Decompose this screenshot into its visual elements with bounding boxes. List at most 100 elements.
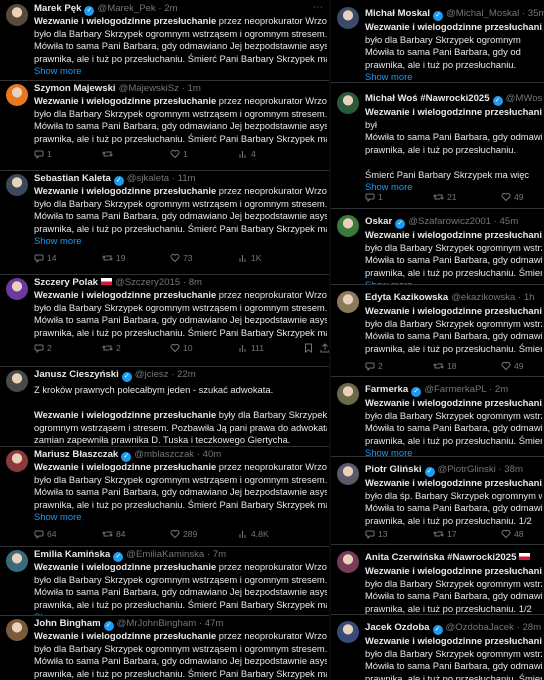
author-name[interactable]: Anita Czerwińska #Nawrocki2025 — [365, 552, 516, 563]
like-button[interactable]: 1 — [170, 149, 188, 159]
tweet[interactable]: Jacek Ozdoba ✓ @OzdobaJacek · 28m Wezwanie … — [331, 614, 544, 680]
avatar[interactable] — [337, 621, 359, 643]
avatar[interactable] — [6, 84, 28, 106]
views-button[interactable]: 1K — [238, 253, 262, 263]
author-name[interactable]: John Bingham — [34, 618, 101, 629]
author-name[interactable]: Emilia Kamińska — [34, 549, 110, 560]
show-more-link[interactable]: Show more — [34, 235, 327, 248]
avatar[interactable] — [6, 550, 28, 572]
tweet[interactable]: Michał Moskal ✓ @Michal_Moskal · 35m Wezwan… — [331, 0, 544, 83]
repost-button[interactable] — [102, 149, 116, 159]
reply-button[interactable]: 64 — [34, 529, 57, 540]
repost-button[interactable]: 21 — [433, 192, 457, 202]
tweet[interactable]: Szymon Majewski @MajewskiSz · 1m Wezwanie … — [0, 80, 329, 171]
like-button[interactable]: 289 — [170, 529, 197, 539]
author-handle[interactable]: @jciesz · 22m — [135, 369, 196, 380]
tweet-text-strong: Wezwanie i wielogodzinne przesłuchanie — [365, 229, 542, 240]
avatar[interactable] — [337, 463, 359, 485]
tweet[interactable]: Emilia Kamińska ✓ @EmiliaKaminska · 7m Wezw… — [0, 546, 329, 616]
author-name[interactable]: Jacek Ozdoba — [365, 622, 430, 633]
reply-button[interactable]: 14 — [34, 253, 57, 264]
author-name[interactable]: Szczery Polak — [34, 277, 98, 288]
tweet[interactable]: Sebastian Kaleta ✓ @sjkaleta · 11m Wezwanie… — [0, 170, 329, 275]
author-handle[interactable]: @MWos — [506, 93, 543, 104]
share-button[interactable] — [320, 343, 329, 353]
tweet[interactable]: Anita Czerwińska #Nawrocki2025 Wezwanie i… — [331, 544, 544, 615]
tweet[interactable]: John Bingham ✓ @MrJohnBingham · 47m Wezwani… — [0, 615, 329, 680]
tweet-header: Michał Woś #Nawrocki2025 ✓ @MWos — [365, 93, 544, 106]
reply-button[interactable]: 2 — [34, 343, 52, 354]
author-name[interactable]: Piotr Gliński — [365, 464, 422, 475]
tweet[interactable]: Michał Woś #Nawrocki2025 ✓ @MWos Wezwanie i… — [331, 82, 544, 209]
repost-icon — [102, 253, 116, 263]
tweet[interactable]: Szczery Polak @Szczery2015 · 8m Wezwanie i… — [0, 274, 329, 367]
show-more-link[interactable]: Show more — [34, 511, 327, 524]
repost-button[interactable]: 84 — [102, 529, 126, 539]
author-handle[interactable]: @FarmerkaPL · 2m — [424, 384, 508, 395]
author-handle[interactable]: @PiotrGlinski · 38m — [438, 464, 523, 475]
avatar[interactable] — [6, 619, 28, 641]
like-button[interactable]: 49 — [501, 192, 524, 202]
avatar[interactable] — [337, 215, 359, 237]
author-handle[interactable]: @Szczery2015 · 8m — [115, 277, 202, 288]
tweet[interactable]: Edyta Kazikowska @ekazikowska · 1h Wezwani… — [331, 284, 544, 377]
avatar[interactable] — [337, 551, 359, 573]
author-handle[interactable]: @sjkaleta · 11m — [127, 173, 196, 184]
action-count: 1 — [47, 149, 52, 159]
repost-button[interactable]: 18 — [433, 361, 457, 371]
author-name[interactable]: Janusz Cieszyński — [34, 369, 119, 380]
show-more-link[interactable]: Show more — [34, 65, 327, 78]
author-name[interactable]: Edyta Kazikowska — [365, 292, 448, 303]
avatar[interactable] — [6, 174, 28, 196]
author-handle[interactable]: @EmiliaKaminska · 7m — [126, 549, 226, 560]
author-handle[interactable]: @MajewskiSz · 1m — [119, 83, 201, 94]
like-button[interactable]: 73 — [170, 253, 193, 263]
author-handle[interactable]: @Marek_Pek · 2m — [97, 3, 177, 14]
views-button[interactable]: 4.8K — [238, 529, 269, 539]
avatar[interactable] — [337, 383, 359, 405]
author-name[interactable]: Farmerka — [365, 384, 408, 395]
author-handle[interactable]: @mblaszczak · 40m — [134, 449, 221, 460]
more-options-icon[interactable]: ⋯ — [313, 2, 323, 13]
tweet[interactable]: Farmerka ✓ @FarmerkaPL · 2m Wezwanie i wiel… — [331, 376, 544, 457]
avatar[interactable] — [6, 370, 28, 392]
author-handle[interactable]: @Szafarowicz2001 · 45m — [408, 216, 518, 227]
repost-icon — [102, 149, 116, 159]
views-button[interactable]: 4 — [238, 149, 256, 159]
avatar[interactable] — [337, 291, 359, 313]
author-handle[interactable]: @ekazikowska · 1h — [451, 292, 534, 303]
author-handle[interactable]: @MrJohnBingham · 47m — [117, 618, 224, 629]
avatar[interactable] — [337, 7, 359, 29]
tweet[interactable]: Marek Pęk ✓ @Marek_Pek · 2m ⋯ Wezwanie i wie… — [0, 0, 329, 81]
avatar[interactable] — [6, 4, 28, 26]
like-button[interactable]: 10 — [170, 343, 193, 353]
author-handle[interactable]: @Michal_Moskal · 35m — [446, 8, 544, 19]
tweet-text-strong: Wezwanie i wielogodzinne przesłuchanie — [365, 397, 542, 408]
avatar[interactable] — [337, 92, 359, 114]
repost-button[interactable]: 2 — [102, 343, 121, 353]
reply-button[interactable]: 13 — [365, 529, 388, 540]
reply-button[interactable]: 1 — [365, 192, 383, 203]
tweet[interactable]: Oskar ✓ @Szafarowicz2001 · 45m Wezwanie i w… — [331, 208, 544, 285]
author-name[interactable]: Marek Pęk — [34, 3, 81, 14]
author-handle[interactable]: @OzdobaJacek · 28m — [446, 622, 542, 633]
reply-button[interactable]: 2 — [365, 361, 383, 372]
repost-button[interactable]: 17 — [433, 529, 457, 539]
tweet[interactable]: Janusz Cieszyński ✓ @jciesz · 22m Z kroków … — [0, 366, 329, 447]
author-name[interactable]: Oskar — [365, 216, 392, 227]
author-name[interactable]: Michał Woś #Nawrocki2025 — [365, 93, 490, 104]
repost-button[interactable]: 19 — [102, 253, 126, 263]
bookmark-button[interactable] — [304, 343, 316, 353]
like-button[interactable]: 49 — [501, 361, 524, 371]
tweet[interactable]: Mariusz Błaszczak ✓ @mblaszczak · 40m Wezwa… — [0, 446, 329, 547]
avatar[interactable] — [6, 450, 28, 472]
like-button[interactable]: 48 — [501, 529, 524, 539]
author-name[interactable]: Mariusz Błaszczak — [34, 449, 118, 460]
tweet[interactable]: Piotr Gliński ✓ @PiotrGlinski · 38m Wezwani… — [331, 456, 544, 545]
author-name[interactable]: Sebastian Kaleta — [34, 173, 111, 184]
author-name[interactable]: Michał Moskal — [365, 8, 430, 19]
reply-button[interactable]: 1 — [34, 149, 52, 160]
author-name[interactable]: Szymon Majewski — [34, 83, 116, 94]
avatar[interactable] — [6, 278, 28, 300]
views-button[interactable]: 111 — [238, 343, 264, 353]
